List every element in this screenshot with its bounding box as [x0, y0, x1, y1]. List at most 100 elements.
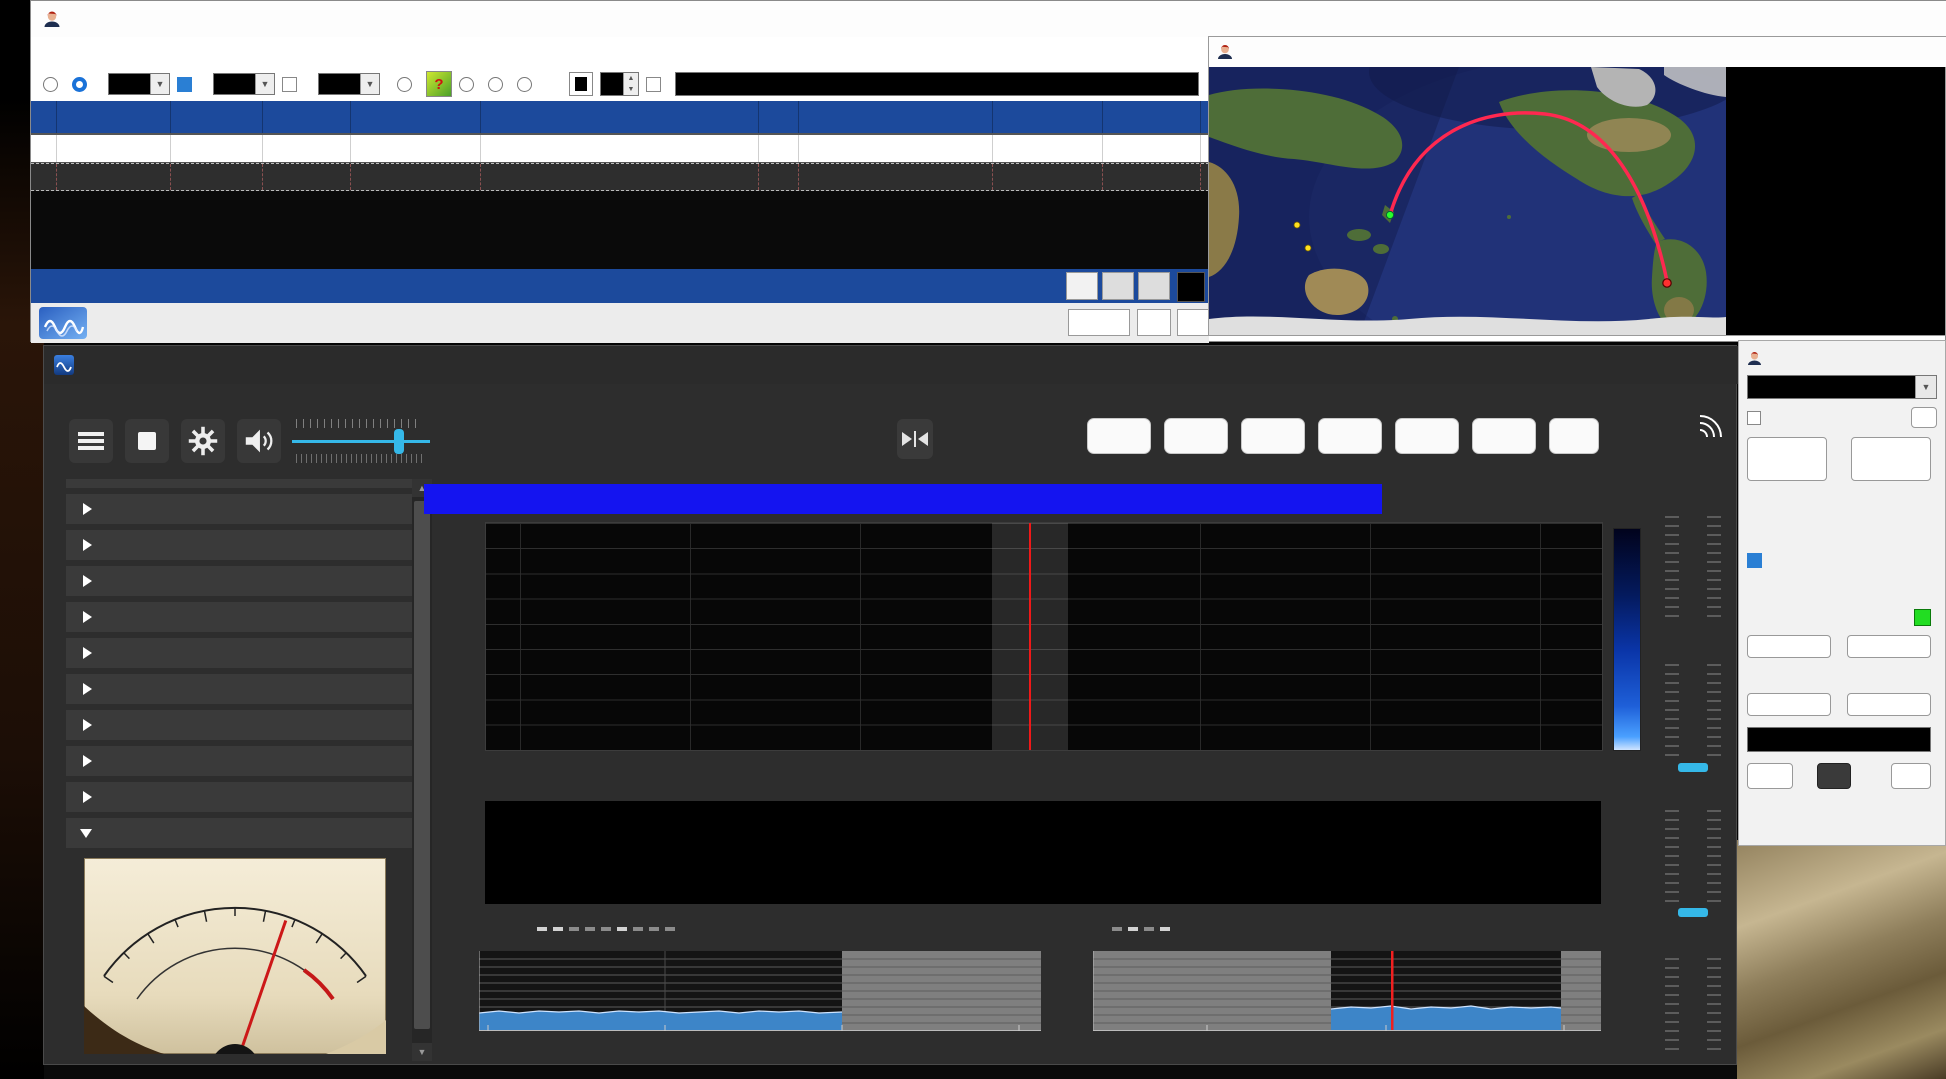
radio-hash[interactable] — [459, 76, 474, 92]
audio-2k-button[interactable] — [617, 927, 627, 931]
sidebar-item-if-noise-blanker[interactable] — [66, 566, 412, 596]
audio-after-button[interactable] — [537, 927, 547, 931]
next-offset-combo[interactable]: ▼ — [318, 73, 380, 95]
chevron-down-icon[interactable]: ▼ — [255, 74, 274, 94]
step-up-button[interactable] — [1851, 437, 1931, 481]
black-square-button[interactable] — [569, 72, 593, 96]
if-before-button[interactable] — [1112, 927, 1122, 931]
zoom-off-button[interactable] — [1138, 272, 1170, 300]
sidebar-scrollbar[interactable]: ▲ ▼ — [412, 479, 432, 1061]
sidebar-item-frequency-manager[interactable] — [66, 746, 412, 776]
khz-combo[interactable]: ▼ — [108, 73, 170, 95]
contrast-slider[interactable] — [1665, 664, 1721, 756]
offset-slider[interactable] — [1665, 958, 1721, 1050]
sidebar-item-s-meter[interactable] — [66, 818, 412, 848]
waterfall-display[interactable] — [485, 801, 1601, 904]
table-row[interactable] — [31, 163, 1214, 191]
mode-am[interactable] — [1087, 418, 1151, 454]
radio-o[interactable] — [517, 76, 532, 92]
if-notch-button[interactable] — [1144, 927, 1154, 931]
col-khz[interactable] — [57, 135, 171, 162]
mode-usb[interactable] — [1395, 418, 1459, 454]
sidebar-item-band-plan[interactable] — [66, 710, 412, 740]
menu-hamburger-button[interactable] — [69, 419, 113, 463]
mode-cw[interactable] — [1549, 418, 1599, 454]
align-a-button[interactable] — [1911, 407, 1937, 428]
mode-wfm[interactable] — [1241, 418, 1305, 454]
now-checkbox[interactable] — [177, 76, 192, 92]
page-number[interactable] — [1068, 309, 1130, 336]
prev-page-button[interactable] — [1137, 309, 1171, 336]
mode-lsb[interactable] — [1472, 418, 1536, 454]
center-tune-button[interactable] — [897, 419, 933, 459]
ham-band-up-button[interactable] — [1847, 693, 1931, 716]
contrast-slider-thumb[interactable] — [1678, 763, 1708, 772]
next-checkbox[interactable] — [282, 76, 297, 92]
antenna-query-icon[interactable]: ? — [426, 71, 452, 97]
scroll-down-icon[interactable]: ▼ — [412, 1043, 432, 1061]
decrement-button[interactable] — [1817, 763, 1851, 789]
if-filter-button[interactable] — [1160, 927, 1170, 931]
col-cou[interactable] — [759, 135, 799, 162]
stop-button[interactable] — [125, 419, 169, 463]
col-lon[interactable] — [1103, 135, 1201, 162]
col-station[interactable] — [481, 135, 759, 162]
zoom-query-button[interactable] — [1102, 272, 1134, 300]
align-steps-checkbox[interactable] — [1747, 410, 1761, 425]
range-slider-thumb[interactable] — [1678, 908, 1708, 917]
chevron-down-icon[interactable]: ▼ — [360, 74, 379, 94]
audio-35k-button[interactable] — [665, 927, 675, 931]
audio-25k-button[interactable] — [633, 927, 643, 931]
spinner-down-icon[interactable]: ▼ — [623, 84, 638, 95]
audio-1k-button[interactable] — [585, 927, 595, 931]
tuned-frequency-cursor[interactable] — [1029, 523, 1031, 750]
audio-15k-button[interactable] — [601, 927, 611, 931]
radio-all[interactable] — [43, 76, 58, 92]
volume-slider[interactable] — [292, 419, 430, 463]
sidebar-item-zoom-fft[interactable] — [66, 674, 412, 704]
chevron-down-icon[interactable]: ▼ — [1915, 376, 1936, 398]
tuning-frequency-field[interactable] — [1747, 727, 1931, 752]
col-days[interactable] — [263, 135, 351, 162]
count-spinner[interactable]: ▲ ▼ — [600, 72, 639, 96]
zoom-slider[interactable] — [1665, 516, 1721, 622]
bc-band-up-button[interactable] — [1847, 635, 1931, 658]
radio-n[interactable] — [488, 76, 503, 92]
col-utc[interactable] — [171, 135, 263, 162]
mute-button[interactable] — [237, 419, 281, 463]
spinner-up-icon[interactable]: ▲ — [623, 73, 638, 84]
next-page-button[interactable] — [1177, 309, 1211, 336]
audio-3k-button[interactable] — [649, 927, 659, 931]
rc-checkbox[interactable] — [646, 76, 661, 92]
mode-nfm[interactable] — [1164, 418, 1228, 454]
zoom-plus-button[interactable] — [1066, 272, 1098, 300]
chevron-down-icon[interactable]: ▼ — [150, 74, 169, 94]
sidebar-item-recording[interactable] — [66, 638, 412, 668]
radio-p[interactable] — [397, 76, 412, 92]
enable-tuning-checkbox[interactable] — [1747, 553, 1762, 568]
scrollbar-thumb[interactable] — [414, 501, 430, 1029]
sidebar-item-partial[interactable] — [66, 479, 412, 488]
ham-band-down-button[interactable] — [1747, 693, 1831, 716]
pl-button[interactable] — [1747, 763, 1793, 789]
help-button[interactable] — [1891, 763, 1931, 789]
col-language[interactable] — [351, 135, 481, 162]
sidebar-item-if-noise-reduction[interactable] — [66, 494, 412, 524]
sidebar-item-demodulator-noise-blanker[interactable] — [66, 602, 412, 632]
if-after-button[interactable] — [1128, 927, 1138, 931]
filter-text-input[interactable] — [675, 72, 1199, 96]
sidebar-item-baseband-noise-blanker[interactable] — [66, 530, 412, 560]
volume-thumb[interactable] — [394, 429, 404, 454]
audio-deemp-button[interactable] — [569, 927, 579, 931]
step-size-combo[interactable]: ▼ — [1747, 375, 1937, 399]
spectrum-display[interactable] — [485, 522, 1603, 751]
radio-pilcrow[interactable] — [72, 76, 87, 92]
now-offset-combo[interactable]: ▼ — [213, 73, 275, 95]
mode-dsb[interactable] — [1318, 418, 1382, 454]
range-slider[interactable] — [1665, 810, 1721, 902]
audio-filter-button[interactable] — [553, 927, 563, 931]
bc-band-down-button[interactable] — [1747, 635, 1831, 658]
col-transmitter[interactable] — [799, 135, 993, 162]
sidebar-item-signal-diagnostics[interactable] — [66, 782, 412, 812]
step-down-button[interactable] — [1747, 437, 1827, 481]
